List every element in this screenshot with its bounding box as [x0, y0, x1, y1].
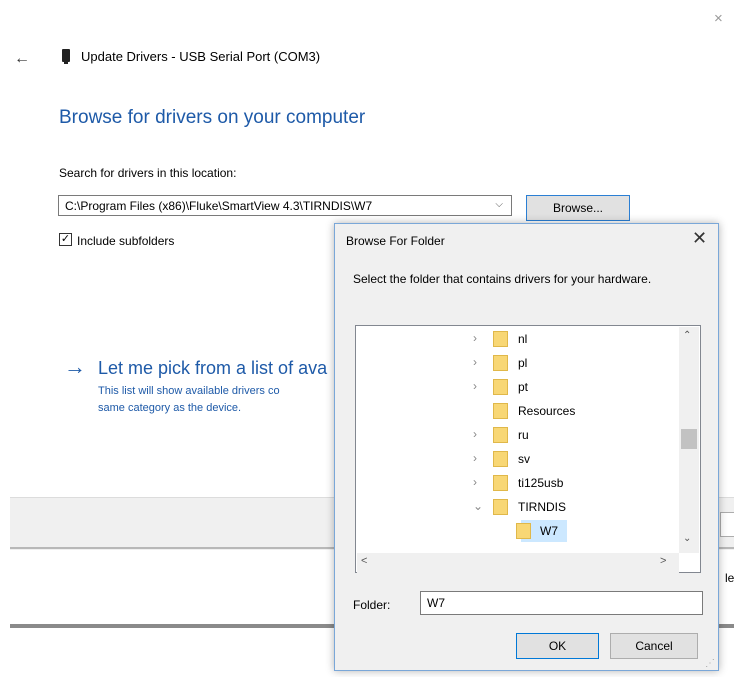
dialog-close-icon[interactable]: ✕ — [692, 228, 707, 249]
scroll-right-icon[interactable]: > — [660, 555, 666, 567]
tree-item-label: pl — [518, 356, 528, 370]
pick-from-list-link[interactable]: Let me pick from a list of ava — [98, 358, 327, 379]
chevron-right-icon[interactable]: › — [473, 379, 477, 393]
tree-item-label: Resources — [518, 404, 576, 418]
wizard-title: Update Drivers - USB Serial Port (COM3) — [81, 49, 321, 64]
tree-item-label: nl — [518, 332, 528, 346]
wizard-button-fragment[interactable] — [720, 512, 734, 537]
tree-item-label: W7 — [540, 524, 558, 538]
folder-icon — [516, 523, 531, 539]
chevron-down-icon[interactable]: ⌵ — [495, 199, 503, 210]
ok-button[interactable]: OK — [516, 633, 599, 659]
folder-icon — [493, 451, 508, 467]
browse-for-folder-dialog: Browse For Folder ✕ Select the folder th… — [334, 223, 719, 671]
driver-path-combobox[interactable]: C:\Program Files (x86)\Fluke\SmartView 4… — [58, 195, 512, 216]
horizontal-scrollbar[interactable]: < > — [357, 553, 679, 573]
chevron-down-icon[interactable]: ⌄ — [473, 499, 483, 513]
include-subfolders-label[interactable]: Include subfolders — [77, 234, 174, 248]
dialog-description: Select the folder that contains drivers … — [353, 272, 652, 286]
tree-item-w7[interactable]: W7 — [356, 520, 676, 542]
tree-item-label: ti125usb — [518, 476, 564, 490]
chevron-right-icon[interactable]: › — [473, 475, 477, 489]
folder-icon — [493, 403, 508, 419]
chevron-right-icon[interactable]: › — [473, 427, 477, 441]
tree-item-label: sv — [518, 452, 530, 466]
dialog-title: Browse For Folder — [346, 234, 445, 248]
tree-item-label: ru — [518, 428, 529, 442]
tree-item-label: TIRNDIS — [518, 500, 566, 514]
folder-icon — [493, 427, 508, 443]
scroll-up-icon[interactable]: ⌃ — [683, 330, 691, 341]
wizard-close-icon[interactable]: × — [714, 10, 723, 27]
folder-icon — [493, 355, 508, 371]
browse-button[interactable]: Browse... — [526, 195, 630, 221]
folder-icon — [493, 475, 508, 491]
folder-input[interactable] — [420, 591, 703, 615]
folder-field-label: Folder: — [353, 598, 391, 612]
back-arrow-icon[interactable]: ← — [14, 50, 30, 68]
chevron-right-icon[interactable]: › — [473, 331, 477, 345]
chevron-right-icon[interactable]: › — [473, 355, 477, 369]
scroll-thumb[interactable] — [681, 429, 697, 449]
vertical-scrollbar[interactable]: ⌃ ⌄ — [679, 327, 699, 553]
arrow-right-icon[interactable]: → — [64, 356, 86, 378]
search-location-label: Search for drivers in this location: — [59, 166, 237, 180]
cancel-button[interactable]: Cancel — [610, 633, 698, 659]
scroll-left-icon[interactable]: < — [361, 555, 367, 567]
chevron-right-icon[interactable]: › — [473, 451, 477, 465]
folder-icon — [493, 331, 508, 347]
usb-device-icon — [62, 49, 70, 64]
include-subfolders-checkbox[interactable]: ✓ — [59, 233, 72, 246]
wizard-partial-text: le — [725, 571, 734, 585]
folder-icon — [493, 499, 508, 515]
tree-item-label: pt — [518, 380, 529, 394]
pick-from-list-description: This list will show available drivers co… — [98, 385, 280, 414]
page-heading: Browse for drivers on your computer — [59, 107, 366, 128]
scroll-down-icon[interactable]: ⌄ — [683, 533, 691, 544]
folder-tree[interactable]: › nl › pl › pt Resources › ru › sv › ti1… — [355, 325, 701, 573]
driver-path-value: C:\Program Files (x86)\Fluke\SmartView 4… — [65, 199, 373, 213]
folder-icon — [493, 379, 508, 395]
resize-grip-icon[interactable]: ⋰ — [705, 658, 715, 669]
